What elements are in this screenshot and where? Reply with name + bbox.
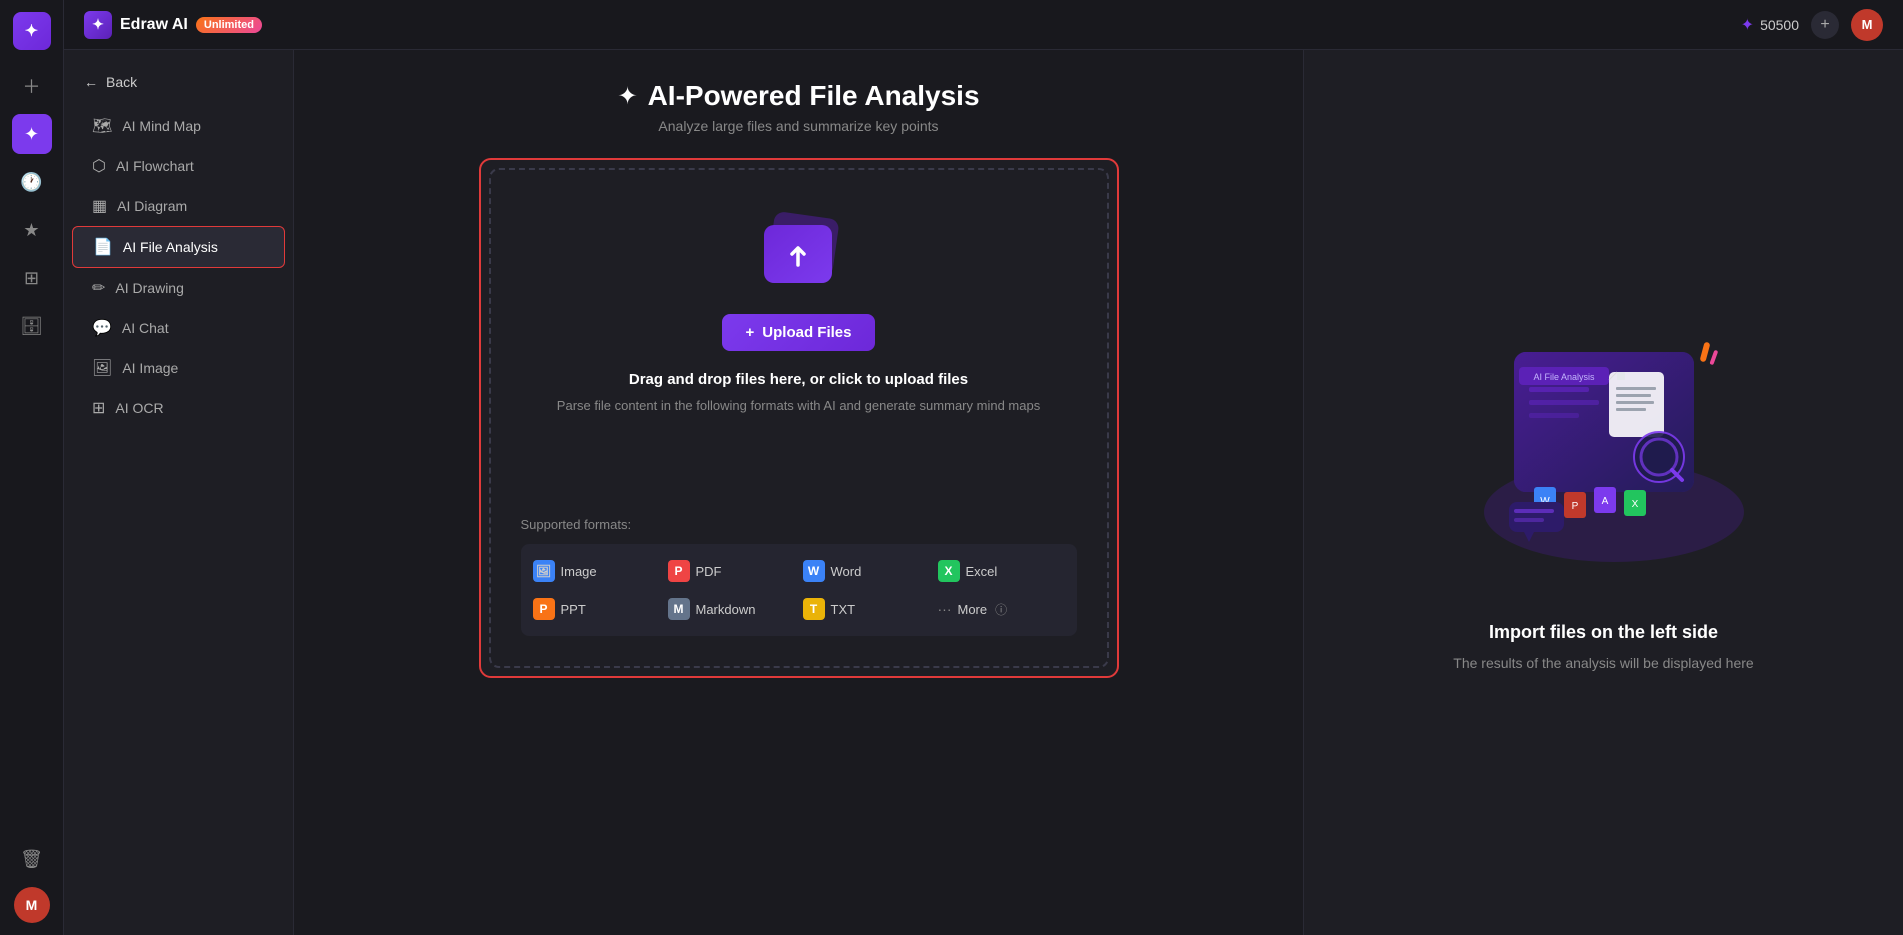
format-markdown[interactable]: M Markdown: [668, 594, 795, 624]
format-image[interactable]: 🖼 Image: [533, 556, 660, 586]
ai-ocr-icon: ⊞: [92, 398, 105, 418]
drag-drop-text: Drag and drop files here, or click to up…: [629, 371, 968, 388]
icon-bar-new[interactable]: ＋: [12, 66, 52, 106]
right-panel-description: The results of the analysis will be disp…: [1453, 653, 1753, 674]
format-markdown-icon: M: [668, 598, 690, 620]
ai-file-analysis-icon: 📄: [93, 237, 113, 257]
right-panel: AI File Analysis: [1303, 50, 1903, 935]
upload-drop-zone[interactable]: + Upload Files Drag and drop files here,…: [489, 168, 1109, 668]
sidebar-item-label: AI Mind Map: [122, 118, 201, 134]
page-title-row: ✦ AI-Powered File Analysis: [617, 80, 979, 112]
format-ppt[interactable]: P PPT: [533, 594, 660, 624]
supported-formats: Supported formats: 🖼 Image P PDF: [521, 517, 1077, 636]
format-ppt-icon: P: [533, 598, 555, 620]
sidebar-item-label: AI Flowchart: [116, 158, 194, 174]
upload-area-wrapper[interactable]: + Upload Files Drag and drop files here,…: [479, 158, 1119, 678]
format-pdf[interactable]: P PDF: [668, 556, 795, 586]
right-illustration: AI File Analysis: [1454, 312, 1754, 592]
sidebar-item-ai-image[interactable]: 🖼 AI Image: [72, 348, 285, 388]
brand-logo-icon: ✦: [84, 11, 112, 39]
svg-text:P: P: [1571, 501, 1578, 512]
icon-bar-avatar[interactable]: M: [14, 887, 50, 923]
upload-hint-text: Parse file content in the following form…: [557, 396, 1040, 416]
icon-bar-template[interactable]: ⊞: [12, 258, 52, 298]
sidebar-item-ai-mind-map[interactable]: 🗺 AI Mind Map: [72, 106, 285, 146]
top-header: ✦ Edraw AI Unlimited ✦ 50500 + M: [64, 0, 1903, 50]
svg-text:X: X: [1631, 499, 1638, 510]
page-title: AI-Powered File Analysis: [648, 80, 980, 112]
center-panel: ✦ AI-Powered File Analysis Analyze large…: [294, 50, 1303, 935]
format-excel-label: Excel: [966, 564, 998, 579]
sidebar-item-ai-flowchart[interactable]: ⬡ AI Flowchart: [72, 146, 285, 186]
format-ppt-label: PPT: [561, 602, 586, 617]
sidebar-item-label: AI File Analysis: [123, 239, 218, 255]
sidebar-item-label: AI OCR: [115, 400, 163, 416]
icon-bar-trash[interactable]: 🗑: [12, 839, 52, 879]
ai-mind-map-icon: 🗺: [92, 116, 112, 136]
page-sparkle-icon: ✦: [617, 82, 637, 111]
brand: ✦ Edraw AI Unlimited: [84, 11, 262, 39]
sidebar-item-label: AI Drawing: [115, 280, 183, 296]
back-button[interactable]: ← Back: [64, 66, 293, 106]
format-grid: 🖼 Image P PDF W Word: [521, 544, 1077, 636]
icon-bar: ✦ ＋ ✦ 🕐 ★ ⊞ 🗄 🗑 M: [0, 0, 64, 935]
format-more-dots-icon: ···: [938, 601, 952, 617]
sidebar-item-label: AI Image: [122, 360, 178, 376]
format-word-icon: W: [803, 560, 825, 582]
upload-files-button[interactable]: + Upload Files: [722, 314, 876, 351]
ai-image-icon: 🖼: [92, 358, 112, 378]
ai-diagram-icon: ▦: [92, 196, 107, 216]
format-markdown-label: Markdown: [696, 602, 756, 617]
sidebar-item-ai-chat[interactable]: 💬 AI Chat: [72, 308, 285, 348]
user-avatar[interactable]: M: [1851, 9, 1883, 41]
page-subtitle: Analyze large files and summarize key po…: [658, 118, 938, 134]
icon-bar-recent[interactable]: 🕐: [12, 162, 52, 202]
sidebar-item-ai-ocr[interactable]: ⊞ AI OCR: [72, 388, 285, 428]
credits-star-icon: ✦: [1741, 15, 1754, 35]
icon-bar-storage[interactable]: 🗄: [12, 306, 52, 346]
format-txt-icon: T: [803, 598, 825, 620]
sidebar-item-label: AI Diagram: [117, 198, 187, 214]
format-more-info-icon: ⓘ: [995, 601, 1007, 618]
right-panel-title: Import files on the left side: [1489, 622, 1718, 643]
icon-bar-ai[interactable]: ✦: [12, 114, 52, 154]
sidebar-item-ai-diagram[interactable]: ▦ AI Diagram: [72, 186, 285, 226]
format-txt-label: TXT: [831, 602, 856, 617]
ai-drawing-icon: ✏: [92, 278, 105, 298]
app-logo-icon[interactable]: ✦: [13, 12, 51, 50]
format-pdf-icon: P: [668, 560, 690, 582]
add-credits-button[interactable]: +: [1811, 11, 1839, 39]
sidebar: ← Back 🗺 AI Mind Map ⬡ AI Flowchart ▦ AI…: [64, 50, 294, 935]
supported-label: Supported formats:: [521, 517, 1077, 532]
format-more[interactable]: ··· More ⓘ: [938, 594, 1065, 624]
back-arrow-icon: ←: [84, 74, 98, 90]
main-content: ✦ AI-Powered File Analysis Analyze large…: [294, 50, 1903, 935]
format-image-label: Image: [561, 564, 597, 579]
svg-text:AI File Analysis: AI File Analysis: [1533, 372, 1595, 382]
ai-chat-icon: 💬: [92, 318, 112, 338]
format-image-icon: 🖼: [533, 560, 555, 582]
icon-bar-star[interactable]: ★: [12, 210, 52, 250]
upload-icon-container: [759, 210, 839, 290]
sidebar-item-ai-file-analysis[interactable]: 📄 AI File Analysis: [72, 226, 285, 268]
format-txt[interactable]: T TXT: [803, 594, 930, 624]
brand-name: Edraw AI: [120, 16, 188, 34]
format-word[interactable]: W Word: [803, 556, 930, 586]
credits-display: ✦ 50500: [1741, 15, 1799, 35]
upload-plus-icon: +: [746, 324, 755, 341]
credits-value: 50500: [1760, 17, 1799, 33]
format-pdf-label: PDF: [696, 564, 722, 579]
unlimited-badge: Unlimited: [196, 17, 262, 33]
format-word-label: Word: [831, 564, 862, 579]
ai-flowchart-icon: ⬡: [92, 156, 106, 176]
svg-text:A: A: [1601, 496, 1608, 507]
format-excel-icon: X: [938, 560, 960, 582]
upload-button-label: Upload Files: [762, 324, 851, 341]
format-more-label: More: [958, 602, 988, 617]
sidebar-item-label: AI Chat: [122, 320, 169, 336]
sidebar-item-ai-drawing[interactable]: ✏ AI Drawing: [72, 268, 285, 308]
content-area: ✦ AI-Powered File Analysis Analyze large…: [294, 50, 1903, 935]
back-label: Back: [106, 74, 137, 90]
format-excel[interactable]: X Excel: [938, 556, 1065, 586]
